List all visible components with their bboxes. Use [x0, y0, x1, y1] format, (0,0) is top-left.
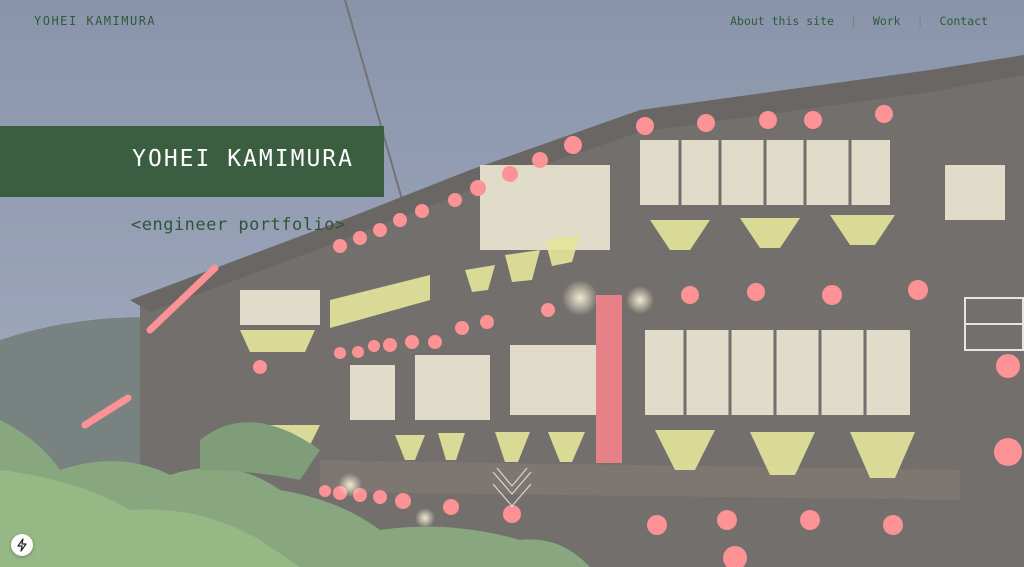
nav-separator: | [849, 14, 857, 28]
hero-title-band: YOHEI KAMIMURA [0, 126, 384, 197]
hero-subtitle: <engineer portfolio> [131, 215, 346, 235]
nav-separator: | [916, 14, 924, 28]
nav-about[interactable]: About this site [730, 14, 834, 28]
lightning-icon[interactable] [11, 534, 33, 556]
double-chevron-down-icon[interactable] [489, 464, 535, 516]
top-nav: About this site | Work | Contact [730, 14, 988, 28]
site-logo[interactable]: YOHEI KAMIMURA [34, 14, 156, 28]
nav-contact[interactable]: Contact [940, 14, 988, 28]
hero-title: YOHEI KAMIMURA [132, 146, 354, 172]
nav-work[interactable]: Work [873, 14, 901, 28]
